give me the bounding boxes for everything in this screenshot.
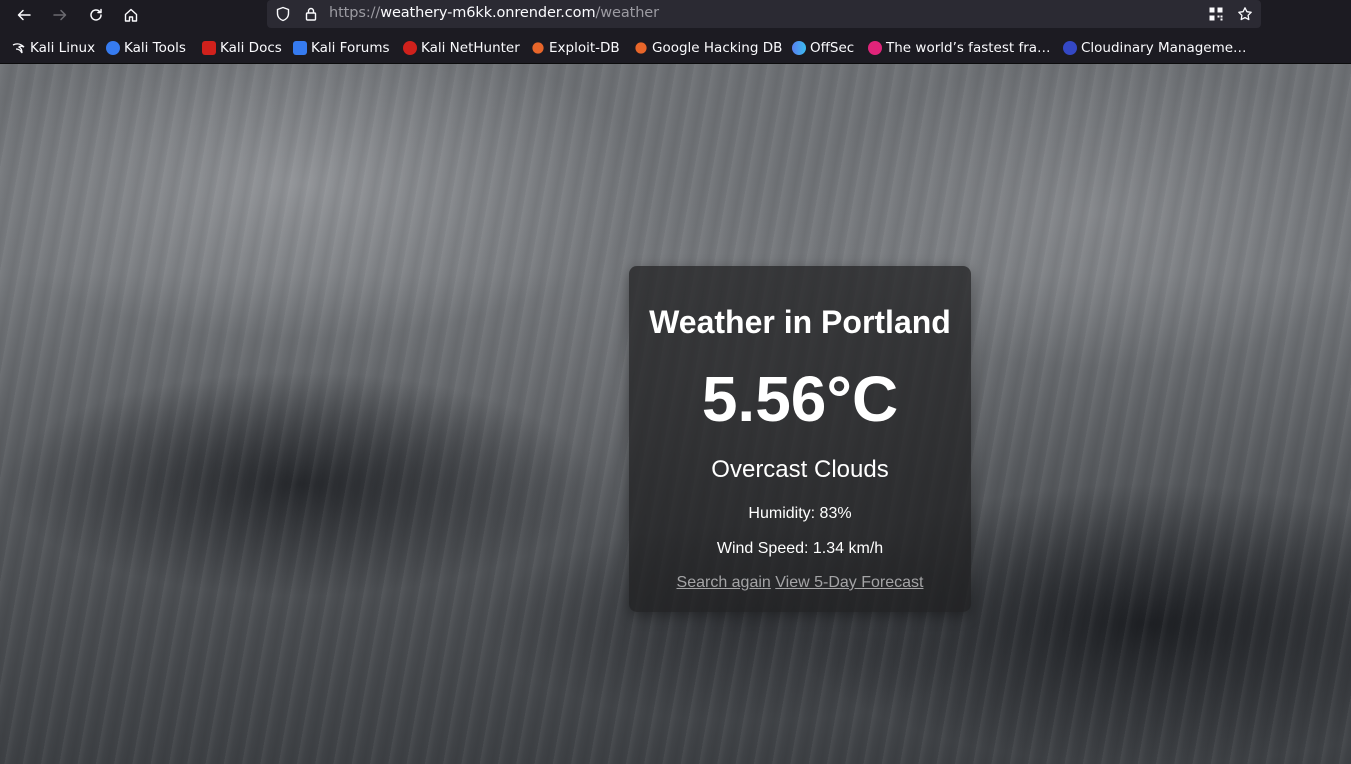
card-links: Search again View 5-Day Forecast — [629, 574, 971, 592]
weather-page: Weather in Portland 5.56°C Overcast Clou… — [0, 64, 1351, 764]
humidity: Humidity: 83% — [748, 505, 852, 522]
bookmark-kali-docs[interactable]: Kali Docs — [202, 40, 282, 56]
bookmark-offsec[interactable]: OffSec — [792, 40, 854, 56]
qr-code-icon[interactable] — [1206, 4, 1226, 24]
bookmark-kali-tools[interactable]: Kali Tools — [106, 40, 186, 56]
exploit-db-icon — [532, 42, 544, 54]
kali-docs-icon — [202, 41, 216, 55]
cloudinary-icon — [1063, 41, 1077, 55]
home-button[interactable] — [118, 2, 144, 28]
kali-tools-icon — [106, 41, 120, 55]
url-path: /weather — [595, 5, 659, 21]
hugo-icon — [868, 41, 882, 55]
nethunter-icon — [403, 41, 417, 55]
reload-button[interactable] — [83, 2, 109, 28]
url-bar[interactable]: https://weathery-m6kk.onrender.com/weath… — [267, 0, 1261, 28]
kali-forums-icon — [293, 41, 307, 55]
wind-speed: Wind Speed: 1.34 km/h — [716, 540, 884, 557]
bookmarks-toolbar: Kali Linux Kali Tools Kali Docs Kali For… — [0, 33, 1351, 64]
bookmark-kali-forums[interactable]: Kali Forums — [293, 40, 390, 56]
forecast-link[interactable]: View 5-Day Forecast — [775, 574, 923, 591]
bookmark-hugo[interactable]: The world’s fastest fra… — [868, 40, 1051, 56]
bookmark-google-hacking-db[interactable]: Google Hacking DB — [634, 40, 782, 56]
url-host: weathery-m6kk.onrender.com — [380, 5, 596, 21]
lock-icon[interactable] — [301, 4, 321, 24]
weather-card: Weather in Portland 5.56°C Overcast Clou… — [629, 266, 971, 612]
browser-toolbar: https://weathery-m6kk.onrender.com/weath… — [0, 0, 1351, 30]
bookmark-kali-nethunter[interactable]: Kali NetHunter — [403, 40, 520, 56]
bookmark-label: Google Hacking DB — [652, 40, 783, 56]
kali-dragon-icon — [12, 41, 26, 55]
bookmark-cloudinary[interactable]: Cloudinary Manageme… — [1063, 40, 1247, 56]
arrow-right-icon — [53, 9, 67, 21]
back-button[interactable] — [11, 2, 37, 28]
shield-icon[interactable] — [273, 4, 293, 24]
weather-title: Weather in Portland — [649, 304, 951, 340]
arrow-left-icon — [17, 9, 31, 21]
bookmark-label: OffSec — [810, 40, 855, 56]
bookmark-label: Kali NetHunter — [421, 40, 520, 56]
bookmark-label: Cloudinary Manageme… — [1081, 40, 1247, 56]
ghdb-icon — [635, 42, 647, 54]
bookmark-label: The world’s fastest fra… — [886, 40, 1051, 56]
weather-description: Overcast Clouds — [711, 456, 889, 483]
bookmark-exploit-db[interactable]: Exploit-DB — [531, 40, 620, 56]
offsec-icon — [792, 41, 806, 55]
bookmark-star-icon[interactable] — [1235, 4, 1255, 24]
bookmark-label: Kali Linux — [30, 40, 96, 56]
bookmark-label: Kali Docs — [220, 40, 282, 56]
reload-icon — [90, 8, 102, 21]
bookmark-kali-linux[interactable]: Kali Linux — [12, 40, 95, 56]
bookmark-label: Exploit-DB — [549, 40, 620, 56]
url-scheme: https:// — [329, 5, 381, 21]
bookmark-label: Kali Tools — [124, 40, 186, 56]
url-text[interactable]: https://weathery-m6kk.onrender.com/weath… — [329, 5, 659, 21]
temperature: 5.56°C — [701, 363, 899, 435]
bookmark-label: Kali Forums — [311, 40, 390, 56]
search-again-link[interactable]: Search again — [677, 574, 771, 591]
forward-button[interactable] — [47, 2, 73, 28]
home-icon — [124, 8, 138, 22]
